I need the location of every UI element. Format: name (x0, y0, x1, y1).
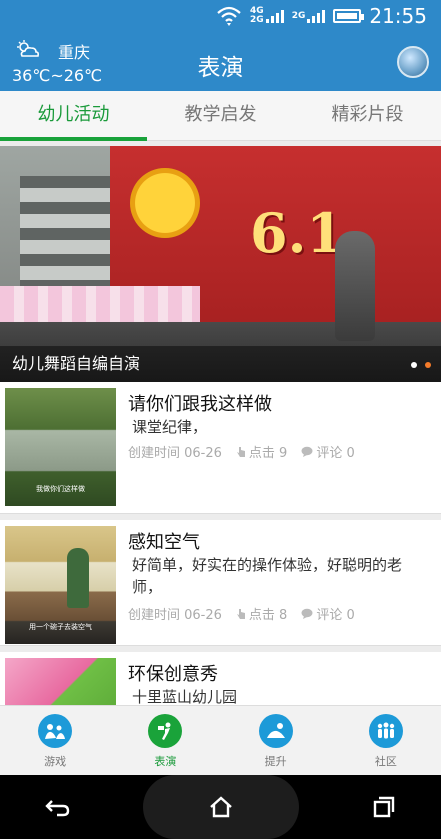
item-created-time: 创建时间 06-26 (128, 608, 222, 623)
banner-image-smiley (130, 168, 200, 238)
item-meta: 创建时间 06-26 点击 8 评论 0 (128, 604, 355, 623)
nav-community[interactable]: 社区 (331, 706, 441, 775)
list-item[interactable]: 我做你们这样做 请你们跟我这样做 课堂纪律， 创建时间 06-26 点击 9 评… (0, 382, 441, 514)
community-icon (368, 714, 403, 748)
item-created-time: 创建时间 06-26 (128, 446, 222, 461)
network-2g-label-second: 2G (291, 10, 306, 21)
app-header: 重庆 36℃~26℃ 表演 (0, 32, 441, 91)
nav-improve[interactable]: 提升 (221, 706, 331, 775)
nav-community-label: 社区 (374, 755, 397, 768)
page-title: 表演 (197, 55, 244, 81)
comment-icon (301, 608, 313, 619)
item-meta: 创建时间 06-26 点击 9 评论 0 (128, 442, 355, 461)
network-2g-label: 2G (250, 15, 264, 25)
nav-improve-label: 提升 (264, 755, 287, 768)
home-button[interactable] (142, 775, 299, 839)
item-comments: 评论 0 (316, 446, 355, 461)
featured-banner[interactable]: 6.1 幼儿舞蹈自编自演 (0, 146, 441, 382)
item-clicks: 点击 8 (248, 608, 288, 623)
item-title: 感知空气 (128, 532, 200, 553)
system-nav-bar (0, 775, 441, 839)
signal-icon-2 (307, 9, 326, 23)
click-icon (236, 608, 245, 619)
wifi-icon (217, 6, 241, 26)
thumbnail-caption: 我做你们这样做 (36, 485, 85, 493)
item-title: 环保创意秀 (128, 664, 218, 685)
banner-image-dancer (335, 231, 375, 341)
battery-icon (333, 9, 365, 23)
banner-image-text: 6.1 (250, 201, 344, 265)
nav-performance-label: 表演 (154, 755, 177, 768)
recents-icon (373, 796, 394, 818)
thumbnail-caption: 用一个碗子去装空气 (29, 623, 92, 631)
back-button[interactable] (28, 777, 88, 837)
nav-game[interactable]: 游戏 (0, 706, 110, 775)
category-tabs: 幼儿活动 教学启发 精彩片段 (0, 91, 441, 141)
item-description: 好简单，好实在的操作体验，好聪明的老师， (132, 556, 403, 596)
home-icon (209, 796, 232, 818)
network-indicator: 4G 2G (250, 7, 284, 25)
video-thumbnail[interactable]: 用一个碗子去装空气 (5, 526, 116, 644)
banner-caption: 幼儿舞蹈自编自演 (0, 346, 441, 382)
performance-icon (148, 714, 183, 748)
signal-icon (265, 9, 284, 23)
banner-dot-active[interactable] (425, 362, 431, 368)
comment-icon (301, 446, 313, 457)
tab-teaching-inspiration[interactable]: 教学启发 (147, 91, 294, 140)
nav-performance[interactable]: 表演 (110, 706, 220, 775)
clock: 21:55 (369, 4, 427, 28)
tab-highlights[interactable]: 精彩片段 (294, 91, 441, 140)
click-icon (236, 446, 245, 457)
item-clicks: 点击 9 (248, 446, 288, 461)
back-icon (44, 800, 69, 817)
game-icon (38, 714, 73, 748)
list-item[interactable]: 用一个碗子去装空气 感知空气 好简单，好实在的操作体验，好聪明的老师， 创建时间… (0, 520, 441, 646)
item-description: 课堂纪律， (132, 418, 208, 436)
recents-button[interactable] (354, 777, 414, 837)
status-bar: 4G 2G 2G 21:55 (0, 0, 441, 32)
network-indicator-2: 2G (292, 9, 326, 23)
user-avatar[interactable] (397, 46, 429, 78)
tab-child-activities[interactable]: 幼儿活动 (0, 91, 147, 141)
nav-game-label: 游戏 (44, 755, 67, 768)
banner-pager (411, 362, 431, 368)
improve-icon (258, 714, 293, 748)
bottom-nav: 游戏 表演 提升 社区 (0, 705, 441, 775)
item-title: 请你们跟我这样做 (128, 394, 272, 415)
video-thumbnail[interactable]: 我做你们这样做 (5, 388, 116, 506)
banner-dot[interactable] (411, 362, 417, 368)
item-comments: 评论 0 (316, 608, 355, 623)
